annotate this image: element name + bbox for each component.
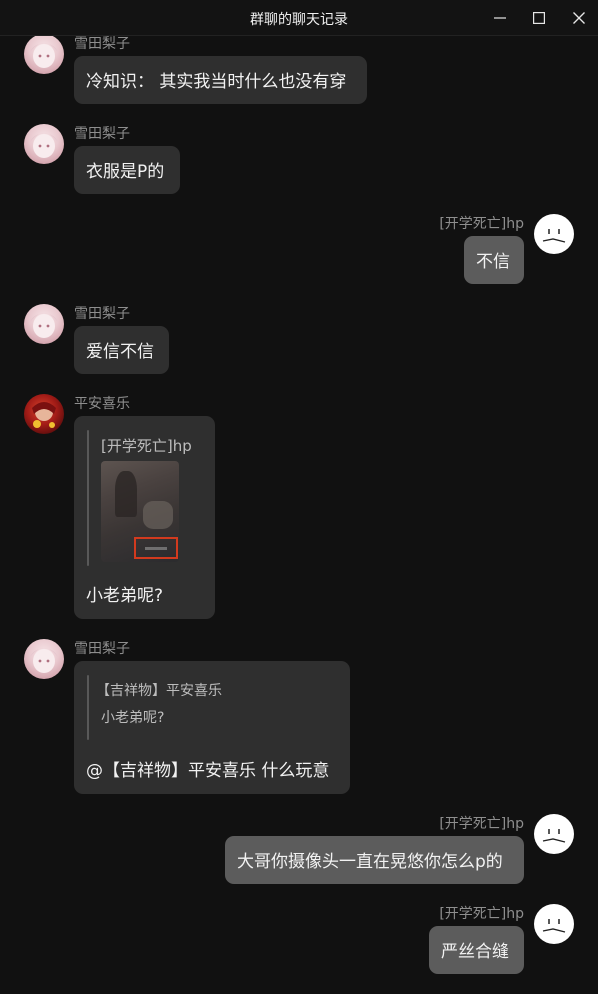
sender-name: 雪田梨子	[74, 36, 130, 52]
message-bubble[interactable]: 爱信不信	[74, 326, 169, 374]
sender-name: [开学死亡]hp	[439, 906, 524, 922]
maximize-button[interactable]	[525, 6, 553, 30]
message-text: 衣服是P的	[86, 162, 165, 182]
message-text: @【吉祥物】平安喜乐 什么玩意	[86, 761, 330, 781]
close-button[interactable]	[565, 6, 593, 30]
message-bubble[interactable]: [开学死亡]hp 小老弟呢?	[74, 416, 215, 619]
message-text: 严丝合缝	[441, 942, 509, 962]
avatar[interactable]	[24, 36, 64, 74]
sender-name: [开学死亡]hp	[439, 816, 524, 832]
message-text: 爱信不信	[86, 342, 154, 362]
avatar[interactable]	[24, 124, 64, 164]
quote-bar	[87, 430, 89, 566]
avatar[interactable]	[534, 904, 574, 944]
face-icon	[542, 229, 566, 243]
message-bubble[interactable]: 大哥你摄像头一直在晃悠你怎么p的	[225, 836, 524, 884]
message-bubble[interactable]: 严丝合缝	[429, 926, 524, 974]
avatar[interactable]	[534, 214, 574, 254]
message-bubble[interactable]: 冷知识： 其实我当时什么也没有穿	[74, 56, 367, 104]
face-icon	[542, 829, 566, 843]
avatar[interactable]	[24, 394, 64, 434]
quote-bar	[87, 675, 89, 740]
quoted-image[interactable]	[101, 461, 179, 562]
title-bar: 群聊的聊天记录	[0, 0, 598, 36]
sender-name: 雪田梨子	[74, 306, 130, 322]
sender-name: [开学死亡]hp	[439, 216, 524, 232]
maximize-icon	[533, 12, 545, 24]
minimize-icon	[494, 17, 506, 19]
chat-history[interactable]: 雪田梨子 冷知识： 其实我当时什么也没有穿 雪田梨子 衣服是P的 [开学死亡]h…	[0, 36, 598, 994]
quoted-sender: 【吉祥物】平安喜乐	[96, 683, 222, 699]
quoted-text: 小老弟呢?	[101, 710, 165, 726]
quoted-sender: [开学死亡]hp	[101, 437, 192, 455]
message-text: 不信	[476, 252, 510, 272]
minimize-button[interactable]	[486, 6, 514, 30]
face-icon	[542, 919, 566, 933]
message-bubble[interactable]: 衣服是P的	[74, 146, 180, 194]
sender-name: 雪田梨子	[74, 126, 130, 142]
message-bubble[interactable]: 【吉祥物】平安喜乐 小老弟呢? @【吉祥物】平安喜乐 什么玩意	[74, 661, 350, 794]
avatar[interactable]	[24, 639, 64, 679]
message-text: 大哥你摄像头一直在晃悠你怎么p的	[237, 852, 503, 872]
message-text: 冷知识： 其实我当时什么也没有穿	[86, 72, 347, 92]
message-text: 小老弟呢?	[86, 586, 164, 606]
close-icon	[573, 12, 585, 24]
avatar[interactable]	[24, 304, 64, 344]
sender-name: 平安喜乐	[74, 396, 130, 412]
message-bubble[interactable]: 不信	[464, 236, 524, 284]
avatar[interactable]	[534, 814, 574, 854]
sender-name: 雪田梨子	[74, 641, 130, 657]
